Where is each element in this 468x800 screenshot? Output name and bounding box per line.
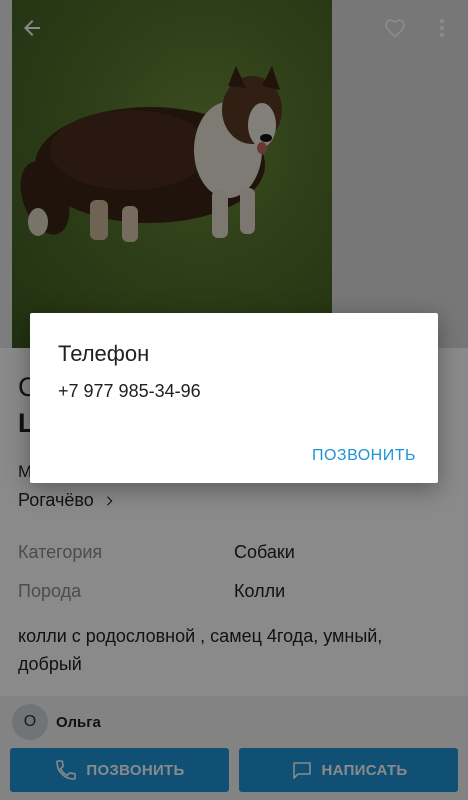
dialog-call-button[interactable]: ПОЗВОНИТЬ: [312, 447, 416, 465]
phone-number[interactable]: +7 977 985-34-96: [58, 381, 201, 402]
phone-dialog: Телефон +7 977 985-34-96 ПОЗВОНИТЬ: [30, 313, 438, 483]
dialog-title: Телефон: [58, 341, 150, 366]
